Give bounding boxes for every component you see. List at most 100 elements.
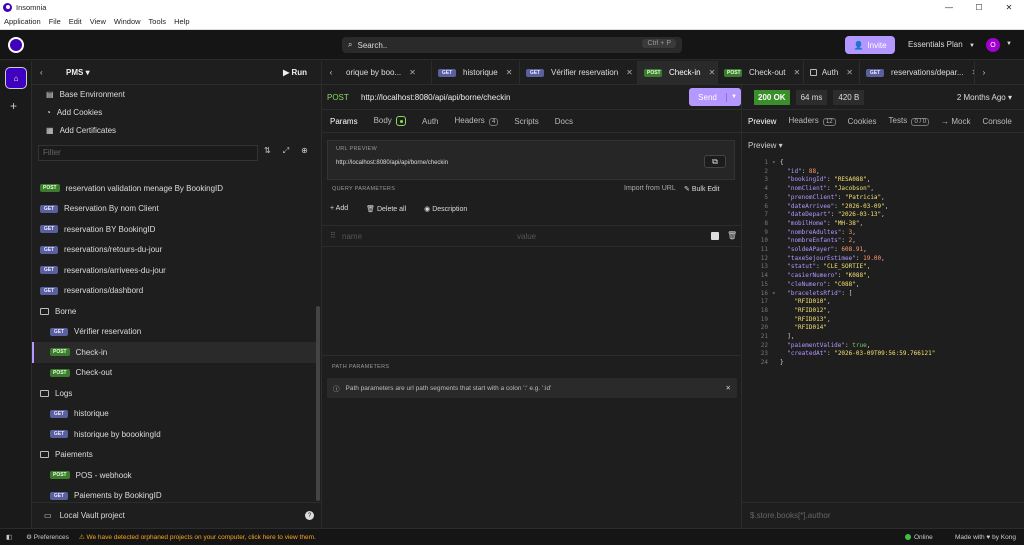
sidebar-scrollbar[interactable] (316, 306, 320, 501)
method-selector[interactable]: POST (327, 93, 361, 102)
fold-icon[interactable] (772, 211, 780, 220)
close-window-button[interactable]: ✕ (994, 0, 1024, 14)
made-by-kong[interactable]: Made with ♥ by Kong (955, 534, 1016, 541)
add-param-button[interactable]: + Add (330, 205, 348, 213)
request-tab[interactable]: POST Check-out ✕ (718, 60, 804, 85)
jq-filter-input[interactable]: $.store.books[*].author (742, 502, 1024, 528)
request-item[interactable]: GET Vérifier reservation (32, 322, 320, 343)
param-value-input[interactable]: value (517, 232, 536, 241)
maximize-button[interactable]: ☐ (964, 0, 994, 14)
tab-preview[interactable]: Preview (748, 117, 776, 126)
fold-icon[interactable] (772, 263, 780, 272)
tab-tests[interactable]: Tests 0 / 0 (889, 116, 930, 126)
fold-icon[interactable] (772, 220, 780, 229)
close-icon[interactable]: ✕ (726, 384, 731, 392)
description-toggle[interactable]: ◉ Description (424, 205, 467, 213)
tabs-next-icon[interactable]: › (975, 68, 993, 77)
request-item[interactable]: POST Check-in (32, 342, 320, 363)
filter-input[interactable]: Filter (38, 145, 258, 161)
request-item[interactable]: POST Check-out (32, 363, 320, 384)
vault-project[interactable]: ▭ Local Vault project ? (32, 502, 322, 528)
url-input[interactable]: http://localhost:8080/api/api/borne/chec… (361, 93, 510, 102)
fold-icon[interactable] (772, 246, 780, 255)
request-item[interactable]: POST reservation validation menage By Boo… (32, 178, 320, 199)
fold-icon[interactable] (772, 168, 780, 177)
tab-response-headers[interactable]: Headers 12 (788, 116, 836, 126)
back-chevron-icon[interactable]: ‹ (40, 68, 54, 77)
delete-all-button[interactable]: 🗑 Delete all (366, 205, 406, 213)
tab-headers[interactable]: Headers 4 (455, 116, 499, 126)
trash-icon[interactable]: 🗑 (727, 231, 737, 240)
request-item[interactable]: POST POS - webhook (32, 465, 320, 486)
param-name-input[interactable]: name (342, 232, 362, 241)
menu-application[interactable]: Application (4, 17, 41, 26)
tab-mock[interactable]: → Mock (941, 117, 970, 126)
avatar-chevron-icon[interactable]: ▼ (1006, 41, 1012, 47)
fold-icon[interactable] (772, 298, 780, 307)
request-tab[interactable]: GET historique ✕ (432, 60, 520, 85)
copy-icon[interactable]: ⧉ (704, 155, 726, 168)
close-tab-icon[interactable]: ✕ (409, 68, 416, 77)
request-item[interactable]: GET reservations/arrivees-du-jour (32, 260, 320, 281)
help-icon[interactable]: ? (305, 511, 314, 520)
fold-icon[interactable] (772, 185, 780, 194)
preview-mode-dropdown[interactable]: Preview ▾ (748, 141, 783, 150)
request-item[interactable]: GET reservations/retours-du-jour (32, 240, 320, 261)
add-cookies-item[interactable]: ◔ Add Cookies (32, 103, 321, 121)
tab-scripts[interactable]: Scripts (514, 117, 538, 126)
close-tab-icon[interactable]: ✕ (793, 68, 800, 77)
app-logo-icon[interactable] (8, 37, 24, 53)
search-bar[interactable]: ⌕ Search.. Ctrl + P (342, 37, 682, 53)
request-item[interactable]: GET historique (32, 404, 320, 425)
orphaned-projects-warning[interactable]: ⚠ We have detected orphaned projects on … (79, 533, 316, 541)
request-tab[interactable]: GET Vérifier reservation ✕ (520, 60, 638, 85)
home-button[interactable]: ⌂ (5, 67, 27, 89)
fold-icon[interactable] (772, 272, 780, 281)
send-button[interactable]: Send ▼ (689, 88, 741, 106)
tab-cookies[interactable]: Cookies (848, 117, 877, 126)
request-item[interactable]: GET Reservation By nom Client (32, 199, 320, 220)
tab-auth[interactable]: Auth (422, 117, 438, 126)
fold-icon[interactable] (772, 307, 780, 316)
tab-console[interactable]: Console (982, 117, 1011, 126)
menu-help[interactable]: Help (174, 17, 189, 26)
fold-icon[interactable] (772, 324, 780, 333)
bulk-edit-button[interactable]: ✎ Bulk Edit (684, 185, 719, 193)
fold-icon[interactable] (772, 316, 780, 325)
run-button[interactable]: ▶ Run (283, 68, 307, 77)
menu-window[interactable]: Window (114, 17, 141, 26)
tab-docs[interactable]: Docs (555, 117, 573, 126)
plan-dropdown[interactable]: Essentials Plan ▼ (908, 40, 975, 49)
fold-icon[interactable] (772, 176, 780, 185)
fold-icon[interactable] (772, 229, 780, 238)
create-icon[interactable]: ⊕ (301, 146, 308, 156)
invite-button[interactable]: 👤 Invite (845, 36, 895, 54)
tab-params[interactable]: Params (330, 117, 358, 126)
send-options-icon[interactable]: ▼ (727, 94, 741, 100)
fold-icon[interactable]: ▾ (772, 290, 780, 299)
menu-tools[interactable]: Tools (149, 17, 167, 26)
add-certificates-item[interactable]: ▦ Add Certificates (32, 121, 321, 139)
request-tab[interactable]: Auth ✕ (804, 60, 860, 85)
tab-body[interactable]: Body (374, 116, 407, 126)
close-tab-icon[interactable]: ✕ (709, 68, 716, 77)
fold-icon[interactable]: ▾ (772, 159, 780, 168)
folder-item[interactable]: Paiements (32, 445, 320, 466)
fold-icon[interactable] (772, 342, 780, 351)
preferences-button[interactable]: ⚙ Preferences (26, 533, 69, 541)
menu-edit[interactable]: Edit (69, 17, 82, 26)
fold-icon[interactable] (772, 255, 780, 264)
menu-file[interactable]: File (49, 17, 61, 26)
close-tab-icon[interactable]: ✕ (626, 68, 633, 77)
request-item[interactable]: GET historique by boookingId (32, 424, 320, 445)
param-enabled-checkbox[interactable] (711, 232, 719, 240)
request-tab[interactable]: GETreservations/depar...✕ (860, 60, 975, 85)
fold-icon[interactable] (772, 194, 780, 203)
sidebar-toggle-icon[interactable]: ◧ (6, 533, 12, 541)
avatar[interactable]: O (986, 38, 1000, 52)
base-environment-item[interactable]: ▤ Base Environment (32, 85, 321, 103)
request-tab[interactable]: orique by boo... ✕ (340, 60, 432, 85)
folder-item[interactable]: Logs (32, 383, 320, 404)
close-tab-icon[interactable]: ✕ (506, 68, 513, 77)
fold-icon[interactable] (772, 350, 780, 359)
